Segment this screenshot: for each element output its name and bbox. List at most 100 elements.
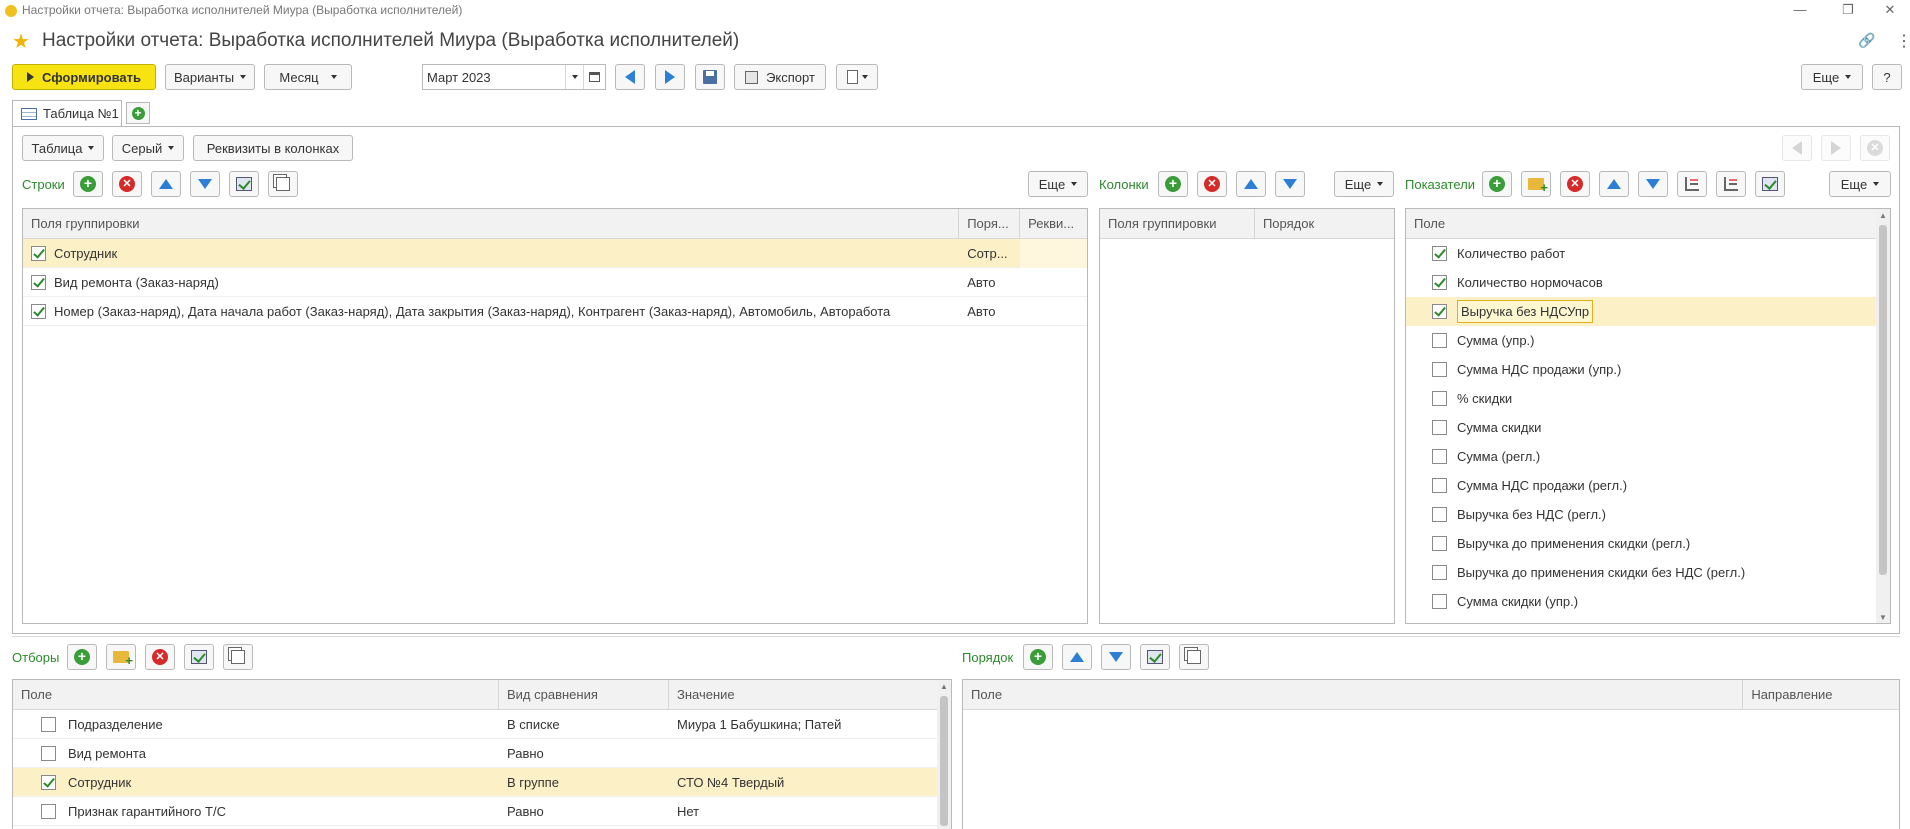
indicators-check-all-button[interactable] — [1755, 171, 1785, 197]
close-window-button[interactable]: ✕ — [1870, 0, 1910, 22]
scroll-up-arrow-icon[interactable]: ▲ — [937, 680, 951, 694]
order-copy-button[interactable] — [1179, 644, 1209, 670]
filter-comparison[interactable]: Равно — [499, 746, 669, 761]
column-header-grouping-fields[interactable]: Поля группировки — [1100, 209, 1255, 238]
details-in-columns-button[interactable]: Реквизиты в колонках — [193, 135, 353, 161]
table-row[interactable]: Сумма НДС продажи (упр.) — [1406, 355, 1890, 384]
filter-checkbox[interactable] — [41, 803, 56, 819]
filters-add-group-button[interactable] — [106, 644, 136, 670]
indicator-checkbox[interactable] — [1432, 565, 1447, 580]
columns-add-button[interactable]: + — [1158, 171, 1188, 197]
minimize-button[interactable]: — — [1780, 0, 1820, 22]
filters-copy-button[interactable] — [223, 644, 253, 670]
column-header-comparison[interactable]: Вид сравнения — [499, 680, 669, 709]
indicators-more-button[interactable]: Еще — [1829, 171, 1891, 197]
table-row[interactable]: Выручка до применения скидки без НДС (ре… — [1406, 558, 1890, 587]
add-tab-button[interactable]: + — [126, 102, 150, 124]
table-row[interactable]: Сумма (регл.) — [1406, 442, 1890, 471]
indicator-checkbox[interactable] — [1432, 246, 1447, 261]
calendar-icon[interactable] — [583, 65, 605, 89]
date-dropdown-button[interactable] — [565, 65, 583, 89]
table-row[interactable]: Вид ремонта (Заказ-наряд) Авто — [23, 268, 1087, 297]
column-header-field[interactable]: Поле — [13, 680, 499, 709]
filter-comparison[interactable]: В группе — [499, 775, 669, 790]
indicators-scrollbar[interactable]: ▲ ▼ — [1876, 209, 1890, 623]
filters-scrollbar[interactable]: ▲ — [937, 680, 951, 829]
table-row[interactable]: Выручка без НДСУпр — [1406, 297, 1890, 326]
filter-checkbox[interactable] — [41, 774, 56, 790]
rows-delete-button[interactable]: ✕ — [112, 171, 142, 197]
table-row[interactable]: Количество нормочасов — [1406, 268, 1890, 297]
indicator-checkbox[interactable] — [1432, 594, 1447, 609]
rows-add-button[interactable]: + — [73, 171, 103, 197]
tab-table-1[interactable]: Таблица №1 — [12, 100, 122, 126]
column-header-field[interactable]: Поле — [963, 680, 1744, 709]
indicator-checkbox[interactable] — [1432, 449, 1447, 464]
column-header-value[interactable]: Значение — [669, 680, 939, 709]
indicator-checkbox[interactable] — [1432, 507, 1447, 522]
rows-move-down-button[interactable] — [190, 171, 220, 197]
table-row[interactable]: Сотрудник В группе СТО №4 Твердый — [13, 768, 939, 797]
scrollbar-thumb[interactable] — [940, 696, 948, 826]
next-period-button[interactable] — [655, 64, 685, 90]
filter-comparison[interactable]: Равно — [499, 804, 669, 819]
indicator-checkbox[interactable] — [1432, 304, 1447, 319]
generate-button[interactable]: Сформировать — [12, 64, 156, 90]
table-structure-button[interactable]: Таблица — [22, 135, 104, 161]
save-button[interactable] — [695, 64, 725, 90]
indicators-delete-button[interactable]: ✕ — [1560, 171, 1590, 197]
scroll-down-arrow-icon[interactable]: ▼ — [1876, 611, 1890, 623]
columns-move-down-button[interactable] — [1275, 171, 1305, 197]
style-button[interactable]: Серый — [112, 135, 184, 161]
scroll-up-arrow-icon[interactable]: ▲ — [1876, 209, 1890, 223]
column-header-direction[interactable]: Направление — [1743, 680, 1899, 709]
variants-button[interactable]: Варианты — [165, 64, 255, 90]
rows-copy-button[interactable] — [268, 171, 298, 197]
filter-value[interactable]: СТО №4 Твердый — [669, 775, 939, 790]
indicators-move-up-button[interactable] — [1599, 171, 1629, 197]
filter-comparison[interactable]: В списке — [499, 717, 669, 732]
filter-checkbox[interactable] — [41, 745, 56, 761]
indicators-add-group-button[interactable] — [1521, 171, 1551, 197]
delete-tab-button[interactable]: ✕ — [1860, 135, 1890, 161]
indicator-checkbox[interactable] — [1432, 333, 1447, 348]
filter-value[interactable]: Нет — [669, 804, 939, 819]
rows-more-button[interactable]: Еще — [1028, 171, 1088, 197]
table-row[interactable]: Признак гарантийного Т/С Равно Нет — [13, 797, 939, 826]
table-row[interactable]: Сотрудник Сотр... — [23, 238, 1087, 268]
column-header-field[interactable]: Поле — [1406, 209, 1876, 238]
indicators-sort-button[interactable] — [1677, 171, 1707, 197]
favorite-star-icon[interactable]: ★ — [12, 29, 30, 54]
table-row[interactable]: Выручка до применения скидки (регл.) — [1406, 529, 1890, 558]
column-header-details[interactable]: Рекви... — [1020, 209, 1087, 238]
indicators-group-button[interactable] — [1716, 171, 1746, 197]
rows-check-all-button[interactable] — [229, 171, 259, 197]
export-button[interactable]: Экспорт — [734, 64, 826, 90]
table-row[interactable]: Количество работ — [1406, 239, 1890, 268]
indicator-checkbox[interactable] — [1432, 391, 1447, 406]
table-row[interactable]: Номер (Заказ-наряд), Дата начала работ (… — [23, 297, 1087, 326]
print-menu-button[interactable] — [836, 64, 878, 90]
column-header-order[interactable]: Поря... — [959, 209, 1021, 238]
indicators-move-down-button[interactable] — [1638, 171, 1668, 197]
row-checkbox[interactable] — [31, 245, 46, 261]
table-row[interactable]: Выручка без НДС (регл.) — [1406, 500, 1890, 529]
table-row[interactable]: Сумма НДС продажи (регл.) — [1406, 471, 1890, 500]
filters-delete-button[interactable]: ✕ — [145, 644, 175, 670]
order-move-down-button[interactable] — [1101, 644, 1131, 670]
more-button[interactable]: Еще — [1801, 64, 1863, 90]
row-checkbox[interactable] — [31, 274, 46, 290]
indicator-checkbox[interactable] — [1432, 362, 1447, 377]
more-menu-icon[interactable]: ⋮ — [1896, 31, 1910, 51]
table-row[interactable]: Вид ремонта Равно — [13, 739, 939, 768]
period-select[interactable]: Месяц — [264, 64, 352, 90]
column-header-grouping-fields[interactable]: Поля группировки — [23, 209, 960, 238]
table-row[interactable]: Сумма скидки (упр.) — [1406, 587, 1890, 616]
date-field[interactable]: Март 2023 — [422, 64, 606, 90]
restore-button[interactable]: ❐ — [1828, 0, 1868, 22]
filters-check-all-button[interactable] — [184, 644, 214, 670]
table-row[interactable]: Сумма (упр.) — [1406, 326, 1890, 355]
indicator-checkbox[interactable] — [1432, 420, 1447, 435]
link-icon[interactable]: 🔗 — [1858, 32, 1875, 49]
columns-more-button[interactable]: Еще — [1334, 171, 1394, 197]
